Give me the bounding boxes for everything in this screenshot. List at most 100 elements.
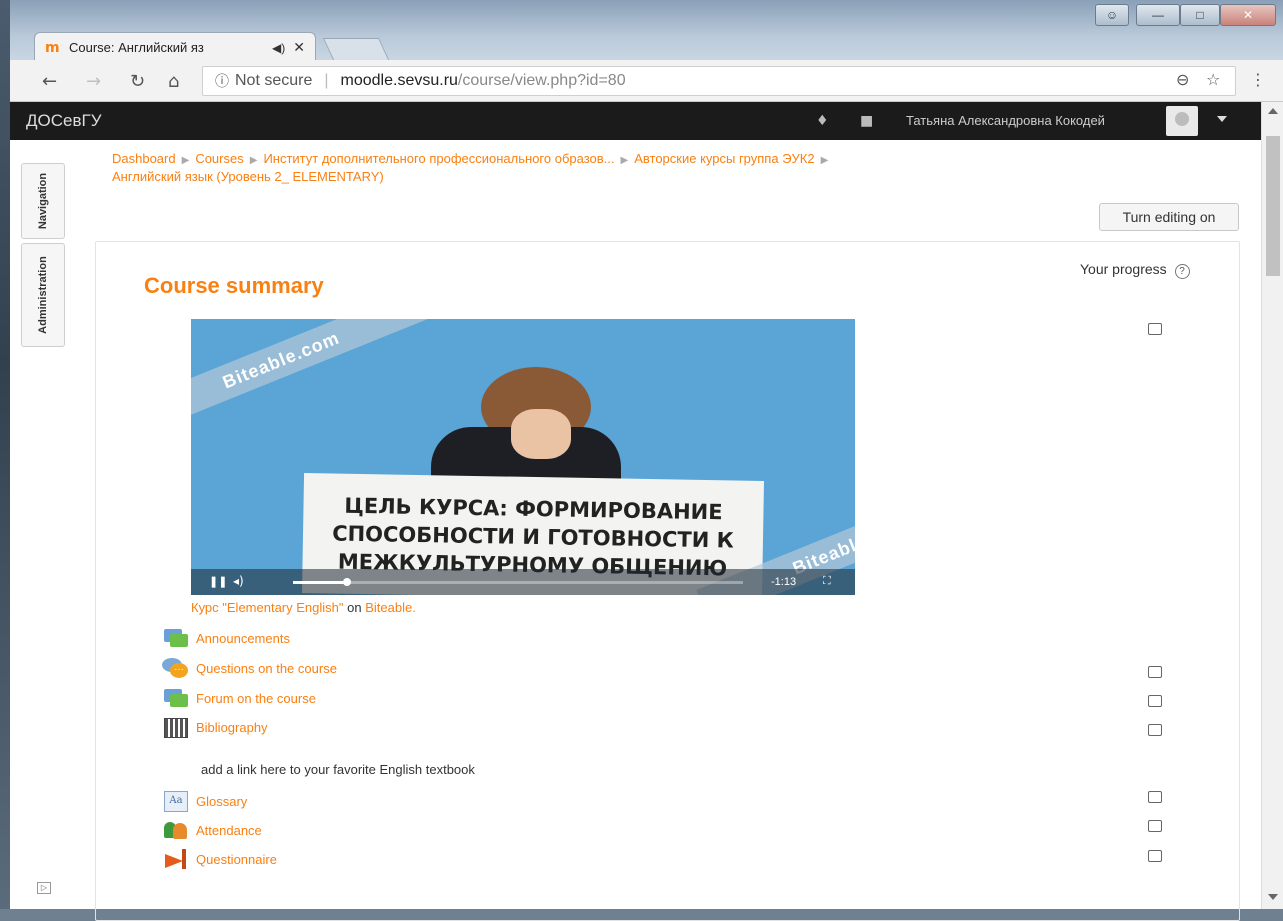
attendance-icon [162, 819, 190, 841]
scroll-down-icon[interactable] [1268, 894, 1278, 900]
bibliography-icon [162, 716, 190, 738]
activity-glossary[interactable]: Glossary [196, 794, 247, 809]
breadcrumb-separator-icon: ▶ [820, 155, 829, 166]
home-icon[interactable]: ⌂ [168, 71, 179, 92]
site-navbar: ДОСевГУ ♦ ■ Татьяна Александровна Кокоде… [10, 102, 1261, 140]
activity-questionnaire[interactable]: Questionnaire [196, 852, 277, 867]
video-controls: ❚❚ ◂) -1:13 ⛶ [191, 569, 855, 595]
pause-icon[interactable]: ❚❚ [209, 575, 227, 588]
site-brand[interactable]: ДОСевГУ [26, 111, 102, 131]
browser-window: m Course: Английский яз ◀) ✕ ☺ — □ ✕ ← →… [10, 0, 1283, 921]
help-icon[interactable]: ? [1174, 264, 1190, 279]
activity-announcements[interactable]: Announcements [196, 631, 290, 646]
url-path: /course/view.php?id=80 [457, 72, 626, 89]
completion-checkbox[interactable] [1148, 323, 1162, 335]
video-seek-fill [293, 581, 347, 584]
list-item[interactable]: Glossary [162, 790, 247, 812]
scroll-up-icon[interactable] [1268, 108, 1278, 114]
fullscreen-icon[interactable]: ⛶ [823, 575, 831, 588]
breadcrumb-separator-icon: ▶ [249, 155, 258, 166]
back-arrow-icon[interactable]: ← [42, 71, 57, 92]
activity-forum[interactable]: Forum on the course [196, 691, 316, 706]
info-icon[interactable]: ⓘ [215, 71, 229, 91]
watermark-ribbon: Biteable.com [191, 319, 436, 436]
breadcrumb-courses[interactable]: Courses [195, 151, 243, 166]
notifications-bell-icon[interactable]: ♦ [816, 113, 829, 129]
menu-kebab-icon[interactable]: ⋮ [1250, 70, 1266, 89]
breadcrumb-institute[interactable]: Институт дополнительного профессионально… [263, 151, 614, 166]
security-label: Not secure [235, 72, 313, 89]
course-summary-section: Course summary Your progress ? Biteable.… [95, 241, 1240, 921]
close-window-button[interactable]: ✕ [1220, 4, 1276, 26]
messages-icon[interactable]: ■ [860, 113, 873, 129]
close-tab-icon[interactable]: ✕ [293, 39, 305, 56]
completion-checkbox[interactable] [1148, 724, 1162, 736]
moodle-favicon-icon: m [45, 39, 60, 56]
list-item[interactable]: Questions on the course [162, 657, 337, 679]
list-item[interactable]: Bibliography [162, 716, 268, 738]
browser-tab[interactable]: m Course: Английский яз ◀) ✕ [34, 32, 316, 62]
navigation-block-tab[interactable]: Navigation [21, 163, 65, 239]
breadcrumb-separator-icon: ▶ [181, 155, 190, 166]
browser-toolbar: ← → ↻ ⌂ ⓘ Not secure | moodle.sevsu.ru/c… [10, 60, 1283, 102]
list-item[interactable]: Questionnaire [162, 848, 277, 870]
dock-toggle-icon[interactable]: ▷ [37, 882, 51, 894]
scrollbar-thumb[interactable] [1266, 136, 1280, 276]
address-bar[interactable]: ⓘ Not secure | moodle.sevsu.ru/course/vi… [202, 66, 1236, 96]
section-title: Course summary [144, 273, 324, 298]
your-progress: Your progress ? [1080, 261, 1190, 279]
activity-attendance[interactable]: Attendance [196, 823, 262, 838]
speaker-icon[interactable]: ◀) [272, 41, 285, 55]
completion-checkbox[interactable] [1148, 850, 1162, 862]
breadcrumb-course[interactable]: Английский язык (Уровень 2_ ELEMENTARY) [112, 169, 384, 184]
list-item[interactable]: Attendance [162, 819, 262, 841]
administration-block-tab[interactable]: Administration [21, 243, 65, 347]
forward-arrow-icon[interactable]: → [86, 71, 101, 92]
breadcrumb-category[interactable]: Авторские курсы группа ЭУК2 [634, 151, 814, 166]
forum-icon [162, 687, 190, 709]
turn-editing-on-button[interactable]: Turn editing on [1099, 203, 1239, 231]
activity-questions[interactable]: Questions on the course [196, 661, 337, 676]
new-tab-button[interactable] [322, 38, 390, 60]
administration-block-label: Administration [37, 256, 49, 334]
user-name[interactable]: Татьяна Александровна Кокодей [906, 113, 1105, 128]
questionnaire-icon [162, 848, 190, 870]
minimize-window-button[interactable]: — [1136, 4, 1180, 26]
completion-checkbox[interactable] [1148, 666, 1162, 678]
breadcrumb-separator-icon: ▶ [620, 155, 629, 166]
vertical-scrollbar[interactable] [1261, 102, 1283, 909]
video-caption: Курс "Elementary English" on Biteable. [191, 600, 416, 615]
video-time-remaining: -1:13 [771, 576, 797, 588]
video-player[interactable]: Biteable.com ЦЕЛЬ КУРСА: ФОРМИРОВАНИЕ СП… [191, 319, 855, 595]
bookmark-star-icon[interactable]: ☆ [1206, 70, 1220, 89]
user-profile-icon[interactable]: ☺ [1095, 4, 1129, 26]
tab-title: Course: Английский яз [69, 40, 204, 55]
completion-checkbox[interactable] [1148, 695, 1162, 707]
user-menu-caret-icon[interactable] [1217, 116, 1227, 122]
breadcrumb: Dashboard ▶ Courses ▶ Институт дополнительно… [112, 151, 1112, 185]
reload-icon[interactable]: ↻ [130, 71, 145, 92]
biteable-link[interactable]: Biteable. [365, 600, 416, 615]
completion-checkbox[interactable] [1148, 820, 1162, 832]
url-host: moodle.sevsu.ru [340, 72, 458, 89]
navigation-block-label: Navigation [37, 172, 50, 230]
title-bar: m Course: Английский яз ◀) ✕ ☺ — □ ✕ [10, 0, 1283, 62]
volume-icon[interactable]: ◂) [233, 574, 244, 588]
video-seek-knob[interactable] [343, 578, 351, 586]
list-item[interactable]: Forum on the course [162, 687, 316, 709]
avatar[interactable] [1166, 106, 1198, 136]
bibliography-note: add a link here to your favorite English… [201, 762, 475, 777]
page-content: Navigation Administration Dashboard ▶ Cour… [10, 140, 1261, 921]
list-item[interactable]: Announcements [162, 627, 290, 649]
url-separator: | [324, 72, 329, 89]
activity-bibliography[interactable]: Bibliography [196, 720, 268, 735]
breadcrumb-dashboard[interactable]: Dashboard [112, 151, 176, 166]
video-seek-bar[interactable] [293, 578, 743, 586]
maximize-window-button[interactable]: □ [1180, 4, 1220, 26]
zoom-icon[interactable]: ⊖ [1176, 70, 1189, 89]
question-forum-icon [162, 657, 190, 679]
caption-on-text: on [347, 600, 362, 615]
video-course-link[interactable]: Курс "Elementary English" [191, 600, 344, 615]
forum-icon [162, 627, 190, 649]
completion-checkbox[interactable] [1148, 791, 1162, 803]
